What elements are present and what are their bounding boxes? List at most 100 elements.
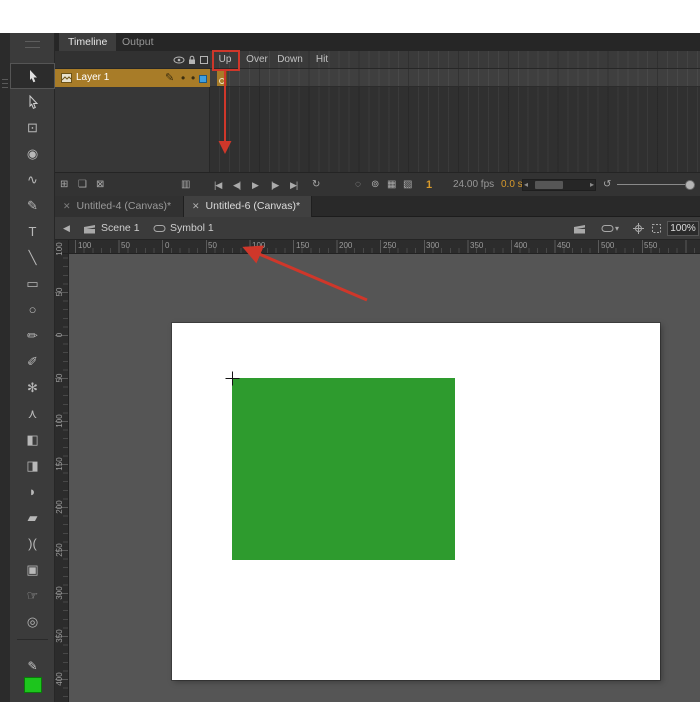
line-tool[interactable]: ╲: [10, 245, 55, 271]
close-icon[interactable]: ✕: [63, 201, 71, 211]
hand-tool[interactable]: ☞: [10, 583, 55, 609]
layer-frames-row[interactable]: [210, 69, 700, 87]
ruler-label: 450: [557, 241, 570, 250]
ruler-label: 200: [55, 494, 67, 520]
toolbar-grip[interactable]: [25, 41, 40, 48]
lock-all-icon[interactable]: [187, 55, 197, 68]
onion-skin-button[interactable]: ◌: [355, 173, 361, 197]
camera-tool[interactable]: ▣: [10, 557, 55, 583]
paint-bucket-tool[interactable]: ◧: [10, 427, 55, 453]
subselection-tool[interactable]: [10, 89, 55, 115]
oval-icon: ○: [29, 302, 37, 317]
document-tab-untitled-4[interactable]: ✕Untitled-4 (Canvas)*: [55, 196, 184, 217]
breadcrumb-symbol[interactable]: Symbol 1: [170, 217, 214, 240]
timeline-scrollbar[interactable]: ◂ ▸: [522, 179, 596, 191]
keyframe-up[interactable]: [217, 69, 227, 86]
close-icon[interactable]: ✕: [192, 201, 200, 211]
layer-row[interactable]: Layer 1 ✎ • •: [55, 69, 210, 87]
edit-symbol-button[interactable]: [601, 223, 614, 237]
document-tab-untitled-6[interactable]: ✕Untitled-6 (Canvas)*: [184, 196, 312, 217]
ruler-label: 350: [55, 623, 67, 649]
free-transform-tool[interactable]: ⊡: [10, 115, 55, 141]
ruler-label: 50: [55, 365, 67, 391]
width-tool[interactable]: )(: [10, 531, 55, 557]
symbol-icon: [153, 223, 166, 237]
edit-scene-button[interactable]: [573, 223, 586, 237]
ruler-label: 200: [339, 241, 352, 250]
ruler-label: 300: [55, 580, 67, 606]
eraser-tool[interactable]: ▰: [10, 505, 55, 531]
layer-visibility-dot[interactable]: •: [181, 69, 185, 87]
fill-color-swatch[interactable]: [24, 677, 42, 693]
deco-tool[interactable]: ✻: [10, 375, 55, 401]
layer-outline-color-swatch[interactable]: [199, 75, 207, 83]
lasso-icon: ∿: [27, 172, 38, 187]
rectangle-tool[interactable]: ▭: [10, 271, 55, 297]
caret-down-icon[interactable]: ▾: [615, 217, 619, 240]
ruler-label: 0: [55, 322, 67, 348]
zoom-level-select[interactable]: 100%: [667, 221, 699, 236]
oval-tool[interactable]: ○: [10, 297, 55, 323]
onion-skin-outlines-button[interactable]: ⊚: [371, 173, 379, 197]
layer-name: Layer 1: [76, 69, 109, 87]
panel-grip[interactable]: [2, 83, 8, 84]
tab-timeline[interactable]: Timeline: [59, 33, 116, 51]
3d-rotation-tool[interactable]: ◉: [10, 141, 55, 167]
subselection-cursor-icon: [26, 95, 40, 110]
delete-layer-button[interactable]: ⊠: [96, 173, 104, 197]
loop-button[interactable]: ↻: [312, 173, 320, 197]
modify-markers-button[interactable]: ▧: [403, 173, 412, 197]
frame-rate-indicator[interactable]: 24.00 fps: [453, 173, 494, 197]
panel-grip[interactable]: [2, 87, 8, 88]
scroll-left-arrow[interactable]: ◂: [524, 180, 528, 190]
eyedropper-icon: ◗: [29, 484, 37, 499]
frame-view-button[interactable]: ↺: [603, 173, 611, 197]
layer-edit-pencil-icon: ✎: [165, 69, 174, 87]
tab-output[interactable]: Output: [113, 33, 163, 51]
selection-tool[interactable]: [10, 63, 55, 89]
breadcrumb-scene[interactable]: Scene 1: [101, 217, 140, 240]
edit-multiple-frames-button[interactable]: ▦: [387, 173, 396, 197]
show-hide-all-icon[interactable]: [173, 55, 185, 68]
ruler-label: 50: [208, 241, 217, 250]
go-to-first-frame-button[interactable]: |◀: [214, 173, 221, 197]
brush-tool[interactable]: ✐: [10, 349, 55, 375]
eraser-icon: ▰: [28, 510, 38, 525]
green-rectangle-shape[interactable]: [232, 378, 455, 560]
ruler-label: 150: [55, 451, 67, 477]
timeline-footer: ⊞ ❏ ⊠ ▥ |◀ ◀| ▶ |▶ ▶| ↻ ◌ ⊚ ▦ ▧ 1 24.00 …: [55, 172, 700, 196]
go-to-last-frame-button[interactable]: ▶|: [290, 173, 297, 197]
bone-tool[interactable]: ⋏: [10, 401, 55, 427]
text-tool[interactable]: T: [10, 219, 55, 245]
keyframe-dot: [219, 78, 225, 84]
eyedropper-tool[interactable]: ◗: [10, 479, 55, 505]
step-forward-button[interactable]: |▶: [271, 173, 278, 197]
ruler-label: 100: [78, 241, 91, 250]
outline-all-icon[interactable]: [199, 55, 209, 68]
scroll-right-arrow[interactable]: ▸: [590, 180, 594, 190]
ruler-label: 300: [426, 241, 439, 250]
frame-size-slider[interactable]: [617, 184, 695, 185]
pasteboard[interactable]: [69, 254, 700, 702]
center-stage-button[interactable]: [633, 223, 644, 237]
ink-bottle-tool[interactable]: ◨: [10, 453, 55, 479]
frame-size-slider-thumb[interactable]: [685, 180, 695, 190]
new-layer-button[interactable]: ⊞: [60, 173, 68, 197]
step-back-button[interactable]: ◀|: [233, 173, 240, 197]
new-folder-button[interactable]: ❏: [78, 173, 87, 197]
timeline-frame-ruler[interactable]: Up Over Down Hit: [210, 51, 700, 69]
center-frame-button[interactable]: ▥: [181, 173, 190, 197]
3d-rotation-icon: ◉: [27, 146, 38, 161]
pen-icon: ✎: [27, 198, 38, 213]
layer-lock-dot[interactable]: •: [191, 69, 195, 87]
flash-application-window: ⊡ ◉ ∿ ✎ T ╲ ▭ ○ ✏ ✐ ✻ ⋏ ◧ ◨ ◗ ▰ )( ▣ ☞ ◎…: [0, 0, 700, 702]
stroke-color-icon[interactable]: ✎: [10, 659, 55, 673]
pen-tool[interactable]: ✎: [10, 193, 55, 219]
zoom-tool[interactable]: ◎: [10, 609, 55, 635]
panel-grip[interactable]: [2, 79, 8, 80]
lasso-tool[interactable]: ∿: [10, 167, 55, 193]
scrollbar-thumb[interactable]: [535, 181, 563, 189]
clip-content-button[interactable]: [651, 223, 662, 237]
play-button[interactable]: ▶: [252, 173, 258, 197]
pencil-tool[interactable]: ✏: [10, 323, 55, 349]
